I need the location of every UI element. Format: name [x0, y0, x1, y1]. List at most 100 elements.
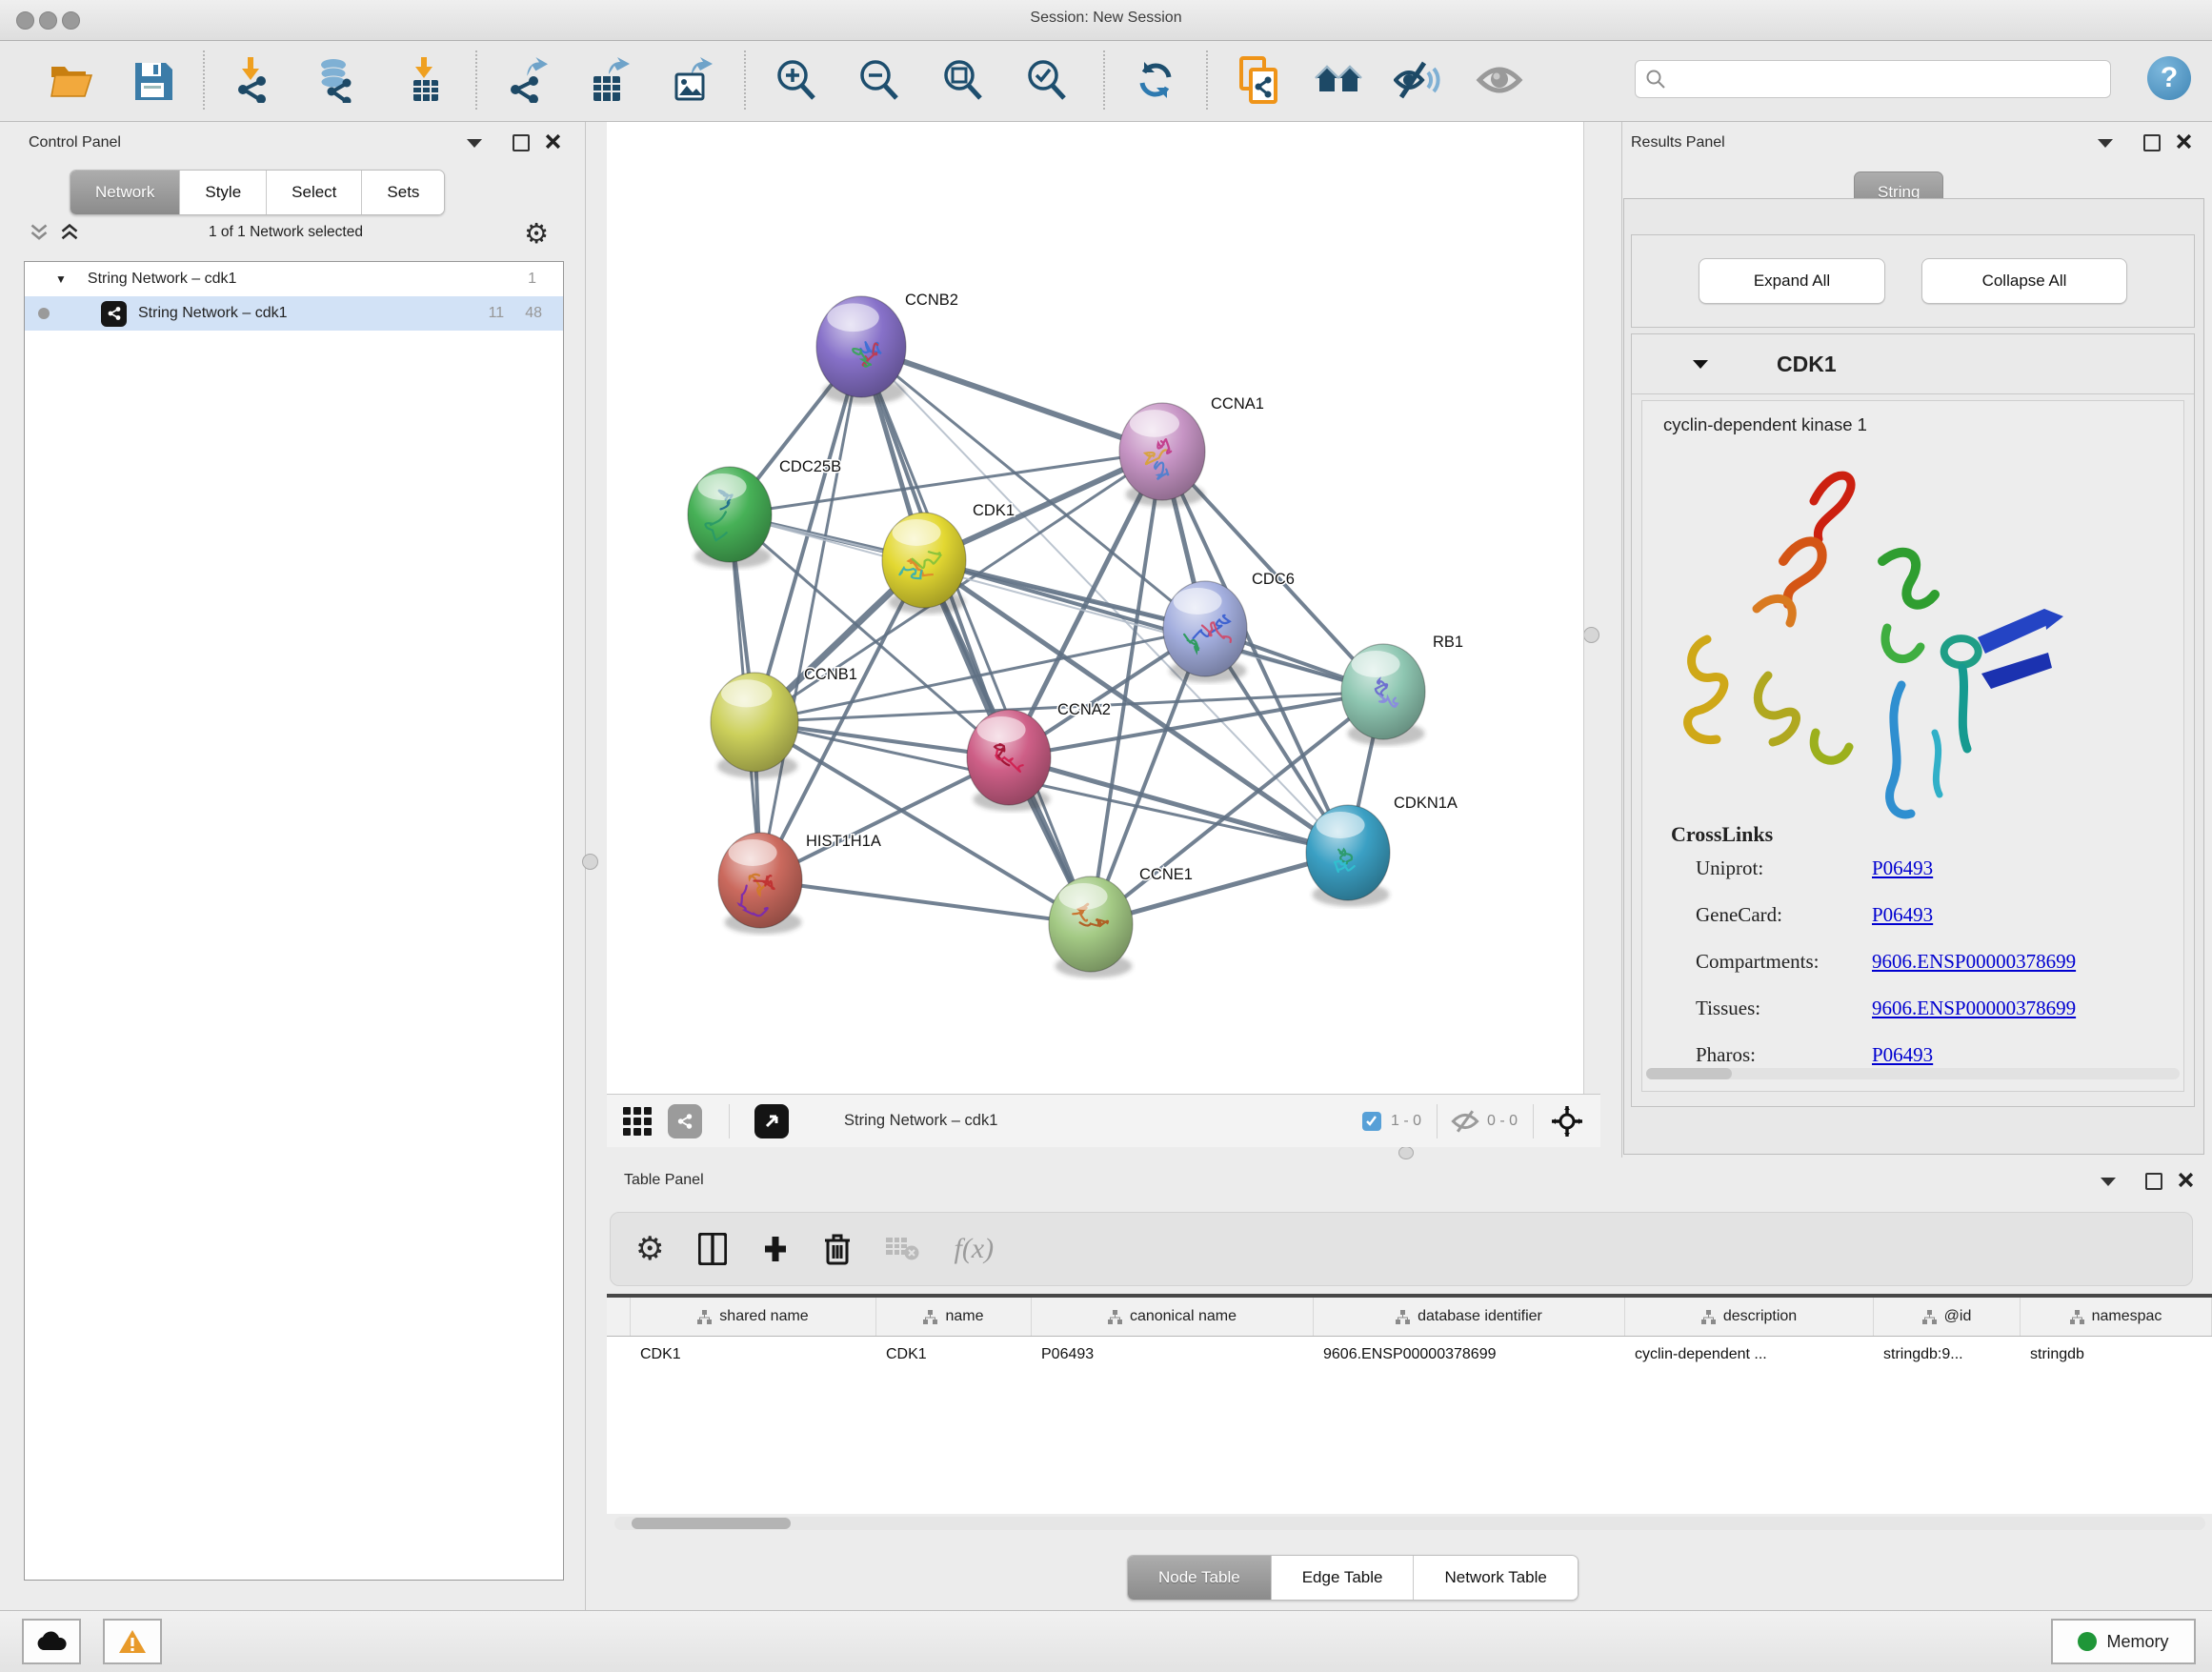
network-options-gear-icon[interactable]: ⚙ — [524, 217, 549, 251]
selected-checkbox-icon[interactable] — [1362, 1112, 1381, 1131]
open-session-button[interactable] — [47, 55, 96, 105]
table-cell[interactable]: P06493 — [1032, 1337, 1314, 1373]
control-panel-close-button[interactable] — [545, 133, 561, 150]
column-header-canonical-name[interactable]: canonical name — [1032, 1298, 1314, 1336]
control-panel-collapse-button[interactable] — [467, 139, 482, 148]
table-cell[interactable]: stringdb — [2021, 1337, 2212, 1373]
network-node-CCNA1[interactable] — [1119, 403, 1205, 507]
network-badge-icon[interactable] — [668, 1104, 702, 1138]
network-row-selected[interactable]: String Network – cdk1 11 48 — [25, 296, 563, 331]
tree-caret-icon[interactable]: ▼ — [55, 272, 67, 286]
import-network-file-button[interactable] — [228, 55, 277, 105]
save-session-button[interactable] — [128, 55, 177, 105]
delete-column-icon[interactable] — [824, 1233, 851, 1265]
table-panel-close-button[interactable] — [2178, 1172, 2194, 1188]
fit-content-crosshair-icon[interactable] — [1551, 1105, 1583, 1138]
column-header-shared-name[interactable]: shared name — [631, 1298, 876, 1336]
network-node-CDC25B[interactable] — [688, 467, 772, 569]
column-header-@id[interactable]: @id — [1874, 1298, 2021, 1336]
table-options-gear-icon[interactable]: ⚙ — [635, 1230, 664, 1268]
grid-view-icon[interactable] — [622, 1106, 653, 1137]
cdk1-section-header[interactable]: CDK1 — [1632, 334, 2194, 394]
collapse-all-networks-icon[interactable] — [29, 223, 50, 242]
export-image-button[interactable] — [666, 55, 715, 105]
table-row[interactable]: CDK1CDK1P064939606.ENSP00000378699cyclin… — [607, 1337, 2212, 1373]
right-splitter-handle[interactable] — [1583, 627, 1599, 643]
crosslink-link[interactable]: 9606.ENSP00000378699 — [1872, 950, 2076, 974]
tab-network-table[interactable]: Network Table — [1414, 1556, 1577, 1600]
column-header-name[interactable]: name — [876, 1298, 1032, 1336]
column-header-description[interactable]: description — [1625, 1298, 1874, 1336]
search-input[interactable] — [1635, 60, 2111, 98]
collapse-all-button[interactable]: Collapse All — [1921, 258, 2127, 304]
copy-style-button[interactable] — [1235, 55, 1284, 105]
network-node-RB1[interactable] — [1341, 644, 1425, 746]
tab-sets[interactable]: Sets — [362, 171, 444, 214]
function-builder-icon[interactable]: f(x) — [954, 1233, 994, 1265]
results-panel-collapse-button[interactable] — [2098, 139, 2113, 148]
cdk1-hscrollbar[interactable] — [1646, 1068, 2180, 1079]
results-panel-float-button[interactable] — [2143, 134, 2161, 151]
zoom-fit-button[interactable] — [937, 55, 987, 105]
table-cell[interactable]: 9606.ENSP00000378699 — [1314, 1337, 1625, 1373]
table-hscrollbar[interactable] — [614, 1517, 2205, 1530]
crosslink-link[interactable]: P06493 — [1872, 856, 1933, 880]
column-header-namespac[interactable]: namespac — [2021, 1298, 2212, 1336]
warning-status-button[interactable] — [103, 1619, 162, 1664]
tab-select[interactable]: Select — [267, 171, 362, 214]
network-node-HIST1H1A[interactable] — [718, 833, 802, 935]
hide-selected-button[interactable] — [1393, 55, 1442, 105]
network-collection-row[interactable]: ▼ String Network – cdk1 1 — [25, 262, 563, 296]
network-node-CCNB2[interactable] — [816, 296, 906, 404]
network-node-CCNB1[interactable] — [711, 673, 798, 778]
zoom-out-button[interactable] — [854, 55, 903, 105]
crosslink-link[interactable]: P06493 — [1872, 1043, 1933, 1067]
column-header-database-identifier[interactable]: database identifier — [1314, 1298, 1625, 1336]
zoom-selected-button[interactable] — [1021, 55, 1071, 105]
crosslink-link[interactable]: P06493 — [1872, 903, 1933, 927]
left-splitter-handle[interactable] — [582, 854, 598, 870]
tab-edge-table[interactable]: Edge Table — [1272, 1556, 1415, 1600]
expand-all-button[interactable]: Expand All — [1699, 258, 1885, 304]
table-panel-float-button[interactable] — [2145, 1173, 2162, 1190]
show-columns-icon[interactable] — [698, 1233, 727, 1265]
network-node-CDC6[interactable] — [1163, 581, 1247, 683]
help-button[interactable]: ? — [2147, 56, 2191, 100]
gallery-button[interactable] — [1314, 55, 1363, 105]
network-node-CDK1[interactable] — [882, 513, 966, 614]
delete-table-icon[interactable] — [885, 1237, 919, 1261]
table-panel-collapse-button[interactable] — [2101, 1178, 2116, 1186]
crosslink-link[interactable]: 9606.ENSP00000378699 — [1872, 997, 2076, 1020]
network-canvas[interactable]: CCNB2CCNA1CDC25BCDK1CDC6RB1CCNB1CCNA2CDK… — [607, 122, 1584, 1094]
show-all-button[interactable] — [1475, 55, 1524, 105]
expand-all-networks-icon[interactable] — [59, 223, 80, 242]
import-table-button[interactable] — [399, 55, 449, 105]
string-network-graph[interactable]: CCNB2CCNA1CDC25BCDK1CDC6RB1CCNB1CCNA2CDK… — [607, 122, 1583, 1094]
cdk1-section-title: CDK1 — [1777, 352, 1837, 377]
tab-style[interactable]: Style — [180, 171, 267, 214]
table-cell[interactable]: stringdb:9... — [1874, 1337, 2021, 1373]
cdk1-caret-icon[interactable] — [1693, 360, 1708, 369]
bottom-splitter-handle[interactable] — [1398, 1146, 1414, 1159]
table-cell[interactable]: CDK1 — [631, 1337, 876, 1373]
cloud-status-button[interactable] — [22, 1619, 81, 1664]
add-column-icon[interactable] — [761, 1235, 790, 1263]
export-table-button[interactable] — [583, 55, 633, 105]
tab-node-table[interactable]: Node Table — [1128, 1556, 1272, 1600]
network-node-CCNA2[interactable] — [967, 710, 1051, 812]
toolbar-separator — [203, 50, 205, 110]
zoom-in-button[interactable] — [771, 55, 820, 105]
birds-eye-view-icon[interactable] — [754, 1104, 789, 1138]
table-cell[interactable]: CDK1 — [876, 1337, 1032, 1373]
table-cell[interactable]: cyclin-dependent ... — [1625, 1337, 1874, 1373]
results-panel-close-button[interactable] — [2176, 133, 2192, 150]
tab-network[interactable]: Network — [70, 171, 180, 214]
memory-button[interactable]: Memory — [2051, 1619, 2196, 1664]
import-network-database-button[interactable] — [309, 55, 358, 105]
control-panel-float-button[interactable] — [513, 134, 530, 151]
network-node-CCNE1[interactable] — [1049, 876, 1133, 978]
refresh-button[interactable] — [1131, 55, 1180, 105]
network-node-CDKN1A[interactable] — [1306, 805, 1390, 907]
export-network-button[interactable] — [502, 55, 552, 105]
table-hscrollbar-handle[interactable] — [632, 1518, 791, 1529]
